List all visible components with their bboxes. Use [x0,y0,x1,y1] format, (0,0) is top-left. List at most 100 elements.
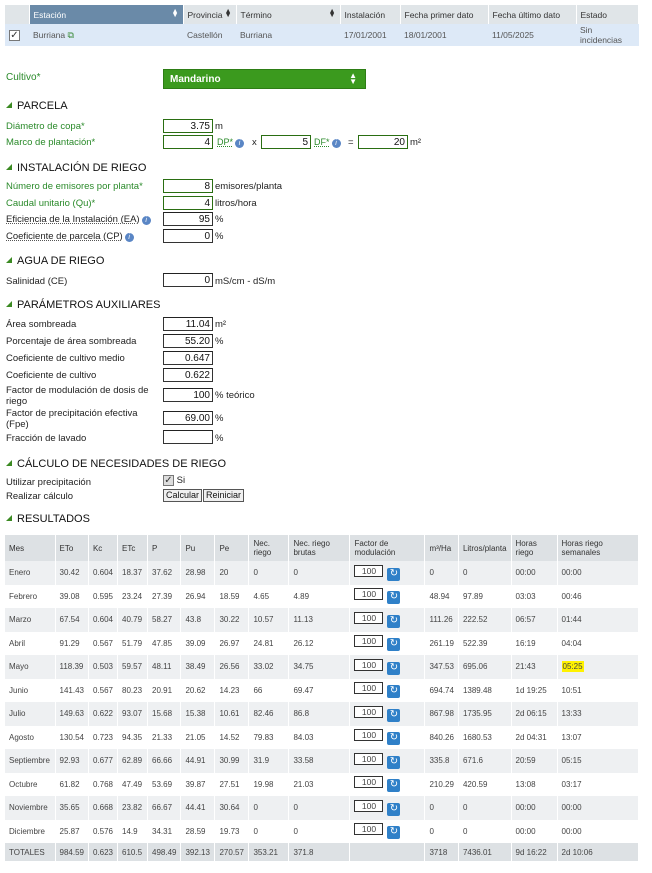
ea-input[interactable]: 95 [163,212,213,226]
station-row[interactable]: ✓ Burriana ⧉ Castellón Burriana 17/01/20… [5,24,639,46]
modulacion-input[interactable]: 100 [354,705,384,718]
modulacion-cell[interactable]: 100 ↻ [349,819,426,843]
recalculate-icon[interactable]: ↻ [387,591,401,605]
cp-input[interactable]: 0 [163,229,213,243]
modulacion-cell[interactable]: 100 ↻ [349,608,426,632]
info-icon[interactable]: i [124,233,134,242]
modulacion-cell[interactable]: 100 ↻ [349,796,426,820]
emisores-input[interactable]: 8 [163,179,213,193]
recalculate-icon[interactable]: ↻ [387,661,401,675]
section-calculo[interactable]: CÁLCULO DE NECESIDADES DE RIEGO [6,458,226,470]
station-row-checkbox[interactable]: ✓ [5,24,29,46]
factor-modulacion-input[interactable]: 100 [163,388,213,402]
table-cell: 141.43 [55,678,89,702]
modulacion-input[interactable]: 100 [354,752,384,765]
fraccion-lavado-input[interactable] [163,430,213,444]
table-cell: 13:07 [557,725,640,749]
cell-value: 00:46 [561,591,582,601]
recalculate-icon[interactable]: ↻ [387,708,401,722]
sort-icon[interactable]: ▲ ▼ [225,8,232,19]
section-parametros-auxiliares[interactable]: PARÁMETROS AUXILIARES [6,299,160,311]
recalculate-icon[interactable]: ↻ [387,638,401,652]
station-col-primer-dato[interactable]: Fecha primer dato [400,5,489,24]
modulacion-cell[interactable]: 100 ↻ [349,678,426,702]
table-cell: Marzo [5,608,56,632]
sort-icon[interactable]: ▲ ▼ [172,8,179,19]
salinidad-input[interactable]: 0 [163,273,213,287]
modulacion-input[interactable]: 100 [354,658,384,671]
external-link-icon[interactable]: ⧉ [68,30,74,40]
recalculate-icon[interactable]: ↻ [387,732,401,746]
collapse-triangle-icon[interactable] [6,301,12,307]
cultivo-select[interactable]: Mandarino ▲ ▼ [163,69,366,89]
section-agua-riego[interactable]: AGUA DE RIEGO [6,255,104,267]
sort-icon[interactable]: ▲ ▼ [329,8,336,19]
porcentaje-area-unit: % [215,336,224,347]
checkbox-checked-icon[interactable]: ✓ [9,29,20,41]
recalculate-icon[interactable]: ↻ [387,614,401,628]
dp-input[interactable]: 4 [163,135,213,149]
collapse-triangle-icon[interactable] [6,164,12,170]
modulacion-cell[interactable]: 100 ↻ [349,631,426,655]
cell-value: 13:33 [561,709,582,719]
section-resultados[interactable]: RESULTADOS [6,513,90,525]
checkbox-checked-icon[interactable]: ✓ [163,475,174,486]
info-icon[interactable]: i [141,216,151,225]
info-icon[interactable]: i [235,139,245,148]
modulacion-cell[interactable]: 100 ↻ [349,702,426,726]
recalculate-icon[interactable]: ↻ [387,826,401,840]
modulacion-input[interactable]: 100 [354,588,384,601]
section-parcela[interactable]: PARCELA [6,100,68,112]
station-col-provincia[interactable]: Provincia ▲ ▼ [183,5,237,24]
table-cell: 1389.48 [458,678,512,702]
cell-value: 44.91 [185,756,206,766]
station-col-instalacion[interactable]: Instalación [340,5,401,24]
info-icon[interactable]: i [331,139,341,148]
fpe-input[interactable]: 69.00 [163,411,213,425]
cell-value: 20.91 [152,685,173,695]
section-instalacion-riego[interactable]: INSTALACIÓN DE RIEGO [6,162,146,174]
reiniciar-button[interactable]: Reiniciar [203,489,245,502]
modulacion-input[interactable]: 100 [354,823,384,836]
table-cell: 0.576 [88,819,119,843]
collapse-triangle-icon[interactable] [6,460,12,466]
recalculate-icon[interactable]: ↻ [387,755,401,769]
calcular-button[interactable]: Calcular [163,489,203,502]
modulacion-cell[interactable]: 100 ↻ [349,725,426,749]
modulacion-cell[interactable]: 100 ↻ [349,655,426,679]
modulacion-cell[interactable]: 100 ↻ [349,749,426,773]
cell-value: 26.12 [293,638,314,648]
station-col-estacion[interactable]: Estación ▲ ▼ [29,5,184,24]
collapse-triangle-icon[interactable] [6,102,12,108]
recalculate-icon[interactable]: ↻ [387,685,401,699]
modulacion-input[interactable]: 100 [354,611,384,624]
modulacion-cell[interactable]: 100 ↻ [349,772,426,796]
table-cell: 30.22 [214,608,250,632]
diametro-input[interactable]: 3.75 [163,119,213,133]
modulacion-input[interactable]: 100 [354,799,384,812]
modulacion-cell[interactable]: 100 ↻ [349,561,426,585]
cell-value: 62.89 [122,756,143,766]
table-cell: 130.54 [55,725,89,749]
recalculate-icon[interactable]: ↻ [387,802,401,816]
modulacion-input[interactable]: 100 [354,635,384,648]
table-cell: 00:00 [557,561,640,585]
table-cell: 58.27 [147,608,182,632]
precipitacion-checkbox[interactable]: ✓ Si [163,475,185,486]
table-cell: 695.06 [458,655,512,679]
station-col-estado[interactable]: Estado [576,5,639,24]
modulacion-input[interactable]: 100 [354,776,384,789]
collapse-triangle-icon[interactable] [6,515,12,521]
caudal-input[interactable]: 4 [163,196,213,210]
recalculate-icon[interactable]: ↻ [387,779,401,793]
station-col-termino[interactable]: Término ▲ ▼ [236,5,341,24]
modulacion-cell[interactable]: 100 ↻ [349,584,426,608]
station-col-ultimo-dato[interactable]: Fecha último dato [488,5,577,24]
modulacion-input[interactable]: 100 [354,564,384,577]
df-input[interactable]: 5 [261,135,311,149]
recalculate-icon[interactable]: ↻ [387,567,401,581]
modulacion-input[interactable]: 100 [354,682,384,695]
modulacion-input[interactable]: 100 [354,729,384,742]
collapse-triangle-icon[interactable] [6,257,12,263]
kc-label: Coeficiente de cultivo [6,370,97,381]
